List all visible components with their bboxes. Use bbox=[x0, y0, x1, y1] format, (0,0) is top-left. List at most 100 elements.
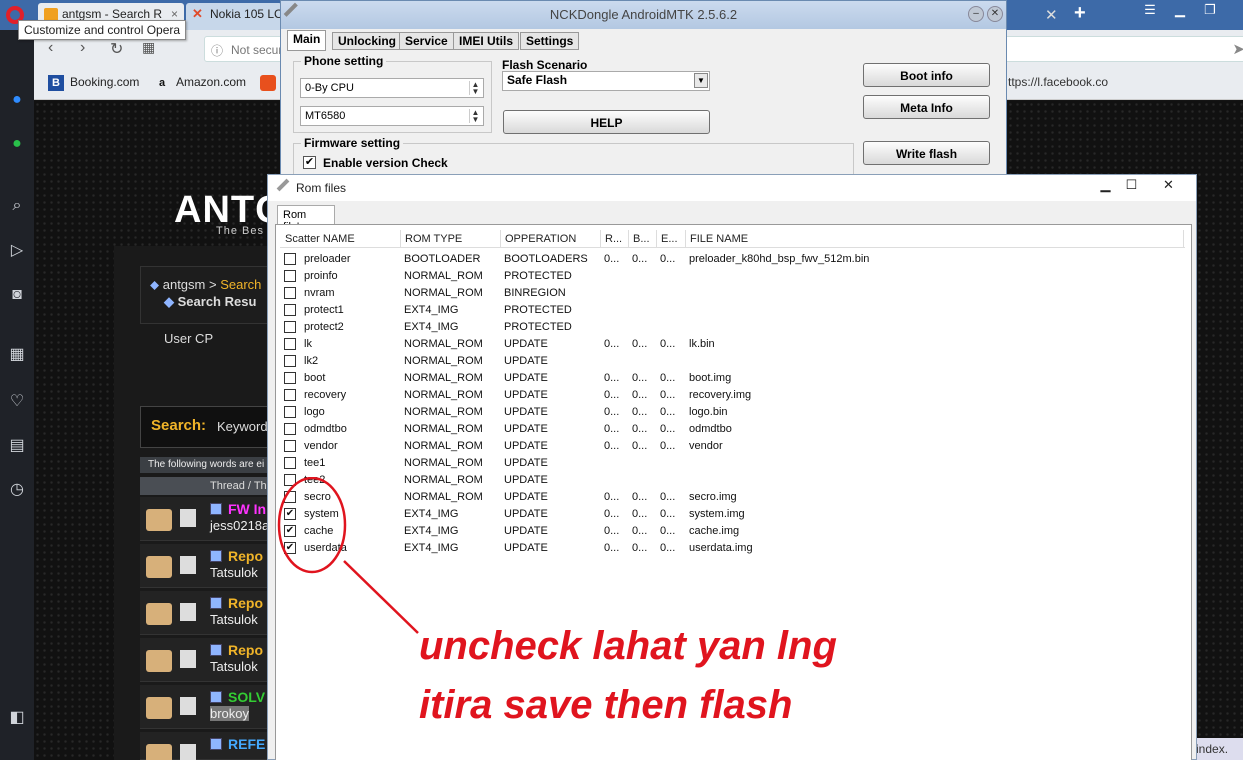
column-r[interactable]: R... bbox=[601, 230, 629, 248]
row-checkbox[interactable] bbox=[284, 457, 296, 469]
row-checkbox[interactable] bbox=[284, 321, 296, 333]
reload-icon[interactable]: ↻ bbox=[110, 39, 123, 59]
send-icon[interactable]: ➤ bbox=[1232, 40, 1243, 58]
flash-scenario-select[interactable]: Safe Flash ▼ bbox=[502, 71, 710, 91]
column-file-name[interactable]: FILE NAME bbox=[686, 230, 1184, 248]
version-check-checkbox[interactable]: ✔ bbox=[303, 156, 316, 169]
news-icon[interactable]: ▤ bbox=[5, 434, 29, 458]
cpu-select[interactable]: 0-By CPU ▲ ▼ bbox=[300, 78, 484, 98]
history-icon[interactable]: ◷ bbox=[5, 478, 29, 502]
row-b: 0... bbox=[632, 525, 648, 537]
search-icon[interactable]: ⌕ bbox=[5, 194, 29, 218]
thread-title[interactable]: Repo bbox=[228, 548, 263, 564]
tab-close-icon[interactable]: ✕ bbox=[1045, 6, 1058, 24]
row-checkbox[interactable] bbox=[284, 270, 296, 282]
row-checkbox[interactable] bbox=[284, 440, 296, 452]
phone-setting-label: Phone setting bbox=[301, 54, 387, 68]
tab-settings[interactable]: Settings bbox=[520, 32, 580, 50]
row-checkbox[interactable] bbox=[284, 389, 296, 401]
back-icon[interactable]: ‹ bbox=[48, 39, 53, 57]
flow-send-icon[interactable]: ▷ bbox=[5, 239, 29, 263]
user-cp-link[interactable]: User CP bbox=[164, 331, 213, 346]
thread-row[interactable]: REFE bbox=[140, 732, 280, 760]
thread-row[interactable]: Repo Tatsulok bbox=[140, 638, 280, 682]
thread-header: Thread / Thr bbox=[140, 477, 280, 495]
tab-close-icon[interactable]: × bbox=[171, 7, 178, 21]
thread-title[interactable]: Repo bbox=[228, 595, 263, 611]
thread-title[interactable]: FW In bbox=[228, 501, 266, 517]
camera-icon[interactable]: ◙ bbox=[5, 283, 29, 307]
restore-icon[interactable]: ❐ bbox=[1195, 2, 1225, 18]
spin-icon[interactable]: ▲ ▼ bbox=[469, 81, 481, 96]
column-scatter-name[interactable]: Scatter NAME bbox=[281, 230, 401, 248]
row-rom-type: NORMAL_ROM bbox=[404, 406, 483, 418]
speed-dial-icon[interactable]: ▦ bbox=[5, 343, 29, 367]
tab-service[interactable]: Service bbox=[399, 32, 454, 50]
thread-row[interactable]: FW In jess0218a bbox=[140, 497, 280, 541]
bookmark-booking[interactable]: B Booking.com bbox=[48, 75, 139, 91]
bookmark-facebook[interactable]: ttps://l.facebook.co bbox=[1008, 75, 1108, 89]
row-rom-type: NORMAL_ROM bbox=[404, 423, 483, 435]
info-icon[interactable]: ⓘ bbox=[211, 42, 223, 59]
column-e[interactable]: E... bbox=[657, 230, 686, 248]
row-checkbox[interactable] bbox=[284, 423, 296, 435]
thread-title[interactable]: REFE bbox=[228, 736, 265, 752]
close-icon[interactable]: ✕ bbox=[987, 6, 1003, 22]
speed-dial-icon[interactable]: ▦ bbox=[142, 39, 155, 56]
model-select[interactable]: MT6580 ▲ ▼ bbox=[300, 106, 484, 126]
meta-info-button[interactable]: Meta Info bbox=[863, 95, 990, 119]
tab-rom-files[interactable]: Rom file's bbox=[277, 205, 335, 233]
spin-icon[interactable]: ▲ ▼ bbox=[469, 109, 481, 124]
row-checkbox[interactable] bbox=[284, 253, 296, 265]
tab-main[interactable]: Main bbox=[287, 30, 327, 51]
tab-menu-icon[interactable]: ☰ bbox=[1135, 2, 1165, 18]
bookmark-shop[interactable] bbox=[260, 75, 282, 91]
row-checkbox[interactable] bbox=[284, 338, 296, 350]
boot-info-button[interactable]: Boot info bbox=[863, 63, 990, 87]
row-checkbox[interactable] bbox=[284, 304, 296, 316]
thread-row[interactable]: Repo Tatsulok bbox=[140, 544, 280, 588]
heart-icon[interactable]: ♡ bbox=[5, 390, 29, 414]
row-operation: UPDATE bbox=[504, 491, 548, 503]
dropdown-arrow-icon[interactable]: ▼ bbox=[694, 73, 708, 88]
column-opperation[interactable]: OPPERATION bbox=[501, 230, 601, 248]
column-rom-type[interactable]: ROM TYPE bbox=[401, 230, 501, 248]
close-icon[interactable]: ✕ bbox=[1153, 175, 1184, 195]
whatsapp-icon[interactable]: ● bbox=[5, 132, 29, 156]
maximize-icon[interactable]: ☐ bbox=[1116, 175, 1147, 195]
minimize-icon[interactable]: – bbox=[968, 6, 984, 22]
nck-titlebar[interactable]: NCKDongle AndroidMTK 2.5.6.2 – ✕ bbox=[281, 1, 1006, 29]
row-rom-type: NORMAL_ROM bbox=[404, 355, 483, 367]
thread-row[interactable]: SOLV brokoy bbox=[140, 685, 280, 729]
thread-title[interactable]: SOLV bbox=[228, 689, 265, 705]
thread-user[interactable]: Tatsulok bbox=[210, 565, 258, 580]
row-scatter-name: protect1 bbox=[304, 304, 344, 316]
new-tab-icon[interactable]: + bbox=[1074, 2, 1086, 25]
thread-user[interactable]: Tatsulok bbox=[210, 612, 258, 627]
thread-title[interactable]: Repo bbox=[228, 642, 263, 658]
tab-unlocking[interactable]: Unlocking bbox=[332, 32, 403, 50]
column-b[interactable]: B... bbox=[629, 230, 657, 248]
minimize-icon[interactable]: ▁ bbox=[1165, 2, 1195, 18]
forward-icon[interactable]: › bbox=[80, 39, 85, 57]
thread-row[interactable]: Repo Tatsulok bbox=[140, 591, 280, 635]
annotation-circle bbox=[277, 477, 347, 574]
thread-user[interactable]: Tatsulok bbox=[210, 659, 258, 674]
rom-titlebar[interactable]: Rom files ▁ ☐ ✕ bbox=[268, 175, 1196, 201]
row-checkbox[interactable] bbox=[284, 355, 296, 367]
messenger-icon[interactable]: ● bbox=[5, 88, 29, 112]
row-checkbox[interactable] bbox=[284, 406, 296, 418]
breadcrumb-site[interactable]: antgsm bbox=[163, 277, 206, 292]
write-flash-button[interactable]: Write flash bbox=[863, 141, 990, 165]
row-checkbox[interactable] bbox=[284, 372, 296, 384]
breadcrumb-section[interactable]: Search bbox=[220, 277, 261, 292]
thread-user[interactable]: brokoy bbox=[210, 706, 250, 721]
row-operation: UPDATE bbox=[504, 440, 548, 452]
row-checkbox[interactable] bbox=[284, 287, 296, 299]
tab-nokia[interactable]: ✕ Nokia 105 LC bbox=[186, 3, 282, 30]
thread-user[interactable]: jess0218a bbox=[210, 518, 269, 533]
help-button[interactable]: HELP bbox=[503, 110, 710, 134]
tab-imei-utils[interactable]: IMEI Utils bbox=[453, 32, 520, 50]
bookmark-amazon[interactable]: a Amazon.com bbox=[154, 75, 246, 91]
sidebar-toggle-icon[interactable]: ◧ bbox=[5, 706, 29, 730]
